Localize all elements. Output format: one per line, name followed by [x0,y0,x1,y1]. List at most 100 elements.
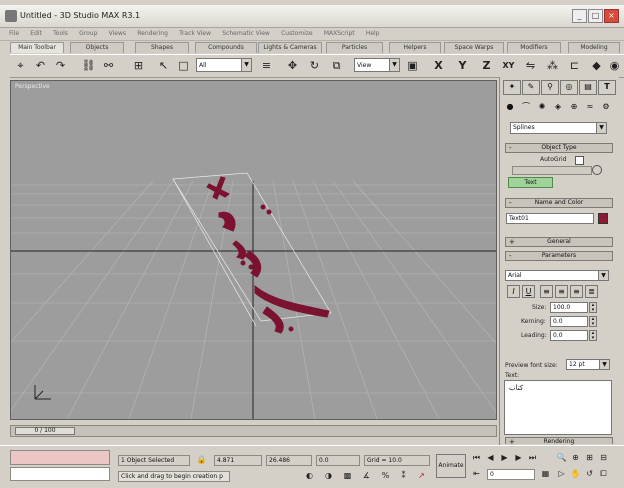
tab-modifiers[interactable]: Modifiers [507,42,561,53]
geometry-icon[interactable]: ● [503,101,517,113]
menu-help[interactable]: Help [366,28,380,40]
utilities-panel-tab[interactable]: T [598,80,616,95]
goto-start-icon[interactable]: ⏮ [471,452,482,463]
percent-snap-icon[interactable]: % [380,470,391,481]
object-name-field[interactable]: Text01 [506,213,594,224]
underline-icon[interactable]: U [522,285,535,298]
menu-maxscript[interactable]: MAXScript [324,28,355,40]
move-icon[interactable]: ✥ [284,57,301,74]
menu-views[interactable]: Views [109,28,126,40]
maxscript-input-mini[interactable] [10,467,110,481]
arc-rotate-icon[interactable]: ↺ [584,468,595,479]
menu-rendering[interactable]: Rendering [137,28,168,40]
spinner-snap-icon[interactable]: ⁑ [398,470,409,481]
maximize-button[interactable]: □ [588,9,603,23]
lights-icon[interactable]: ✺ [535,101,549,113]
motion-panel-tab[interactable]: ◎ [560,80,578,95]
preview-font-size-dropdown[interactable]: 12 pt ▼ [566,359,610,370]
minimize-button[interactable]: _ [572,9,587,23]
menu-group[interactable]: Group [79,28,97,40]
angle-snap-icon[interactable]: ∡ [361,470,372,481]
leading-spinner[interactable]: ▴ ▾ [589,330,597,341]
display-panel-tab[interactable]: ▤ [579,80,597,95]
tab-lights-cameras[interactable]: Lights & Cameras [258,42,322,53]
menu-tools[interactable]: Tools [53,28,68,40]
text-tool-button[interactable]: Text [508,177,553,188]
category-dropdown[interactable]: Splines ▼ [510,122,607,134]
kerning-spinner[interactable]: ▴ ▾ [589,316,597,327]
menu-customize[interactable]: Customize [281,28,313,40]
zoom-icon[interactable]: 🔍 [556,452,567,463]
animate-button[interactable]: Animate [436,454,466,478]
render-icon[interactable]: ◉ [606,57,623,74]
rotate-icon[interactable]: ↻ [306,57,323,74]
helpers-icon[interactable]: ⊕ [567,101,581,113]
justify-icon[interactable]: ≣ [585,285,598,298]
align-left-icon[interactable]: ≡ [540,285,553,298]
previous-frame-icon[interactable]: ◀ [485,452,496,463]
select-by-name-icon[interactable]: ≡ [258,57,275,74]
key-mode-icon[interactable]: ⇤ [471,468,482,479]
space-warps-icon[interactable]: ≈ [583,101,597,113]
min-max-toggle-icon[interactable]: ⧠ [598,468,609,479]
reference-coord-dropdown[interactable]: View ▼ [354,58,400,72]
tab-particles[interactable]: Particles [326,42,383,53]
time-slider[interactable]: 0 / 100 [10,425,497,437]
tab-modeling[interactable]: Modeling [568,42,620,53]
mirror-icon[interactable]: ⇋ [522,57,539,74]
tab-objects[interactable]: Objects [70,42,124,53]
named-selection-icon[interactable]: ◆ [588,57,605,74]
modify-panel-tab[interactable]: ✎ [522,80,540,95]
current-frame-field[interactable]: 0 [487,469,535,480]
text-input-area[interactable]: كتاب [504,380,612,435]
scale-icon[interactable]: ⧉ [328,57,345,74]
array-icon[interactable]: ⁂ [544,57,561,74]
redo-icon[interactable]: ↷ [52,57,69,74]
rendering-rollout[interactable]: + Rendering [505,437,613,446]
general-rollout[interactable]: + General [505,237,613,247]
align-icon[interactable]: ⊏ [566,57,583,74]
menu-file[interactable]: File [9,28,19,40]
field-of-view-icon[interactable]: ▷ [556,468,567,479]
snap-toggle-icon[interactable]: ▩ [342,470,353,481]
object-type-rollout[interactable]: - Object Type [505,143,613,153]
unlink-icon[interactable]: ⚯ [100,57,117,74]
autogrid-checkbox[interactable] [575,156,584,165]
axis-z-button[interactable]: Z [478,57,495,74]
leading-field[interactable]: 0.0 [550,330,588,341]
region-select-icon[interactable]: □ [175,57,192,74]
shapes-icon[interactable]: ⌒ [519,101,533,113]
axis-x-button[interactable]: X [430,57,447,74]
size-field[interactable]: 100.0 [550,302,588,313]
italic-icon[interactable]: I [507,285,520,298]
tab-space-warps[interactable]: Space Warps [444,42,504,53]
select-link-icon[interactable]: ⌖ [12,57,29,74]
degradation-override-icon[interactable]: ◐ [304,470,315,481]
kerning-field[interactable]: 0.0 [550,316,588,327]
create-panel-tab[interactable]: ✦ [503,80,521,95]
zoom-extents-icon[interactable]: ⊞ [584,452,595,463]
align-center-icon[interactable]: ≡ [555,285,568,298]
select-object-icon[interactable]: ↖ [155,57,172,74]
pivot-center-icon[interactable]: ▣ [404,57,421,74]
pan-icon[interactable]: ✋ [570,468,581,479]
lock-selection-icon[interactable]: 🔒 [196,454,207,465]
name-color-rollout[interactable]: - Name and Color [505,198,613,208]
tab-compounds[interactable]: Compounds [195,42,257,53]
menu-schematic-view[interactable]: Schematic View [222,28,270,40]
tab-shapes[interactable]: Shapes [135,42,189,53]
start-new-shape-checkbox[interactable] [592,165,602,175]
menu-edit[interactable]: Edit [30,28,42,40]
bind-space-warp-icon[interactable]: ⊞ [130,57,147,74]
window-crossing-icon[interactable]: ↗ [416,470,427,481]
time-config-icon[interactable]: ▦ [540,468,551,479]
time-slider-thumb[interactable]: 0 / 100 [15,427,75,435]
zoom-extents-all-icon[interactable]: ⊟ [598,452,609,463]
perspective-viewport[interactable]: Perspective [10,80,497,420]
play-icon[interactable]: ▶ [499,452,510,463]
hierarchy-panel-tab[interactable]: ⚲ [541,80,559,95]
axis-xy-button[interactable]: XY [500,57,517,74]
crossing-selection-icon[interactable]: ◑ [323,470,334,481]
cameras-icon[interactable]: ◈ [551,101,565,113]
font-dropdown[interactable]: Arial ▼ [505,270,609,281]
